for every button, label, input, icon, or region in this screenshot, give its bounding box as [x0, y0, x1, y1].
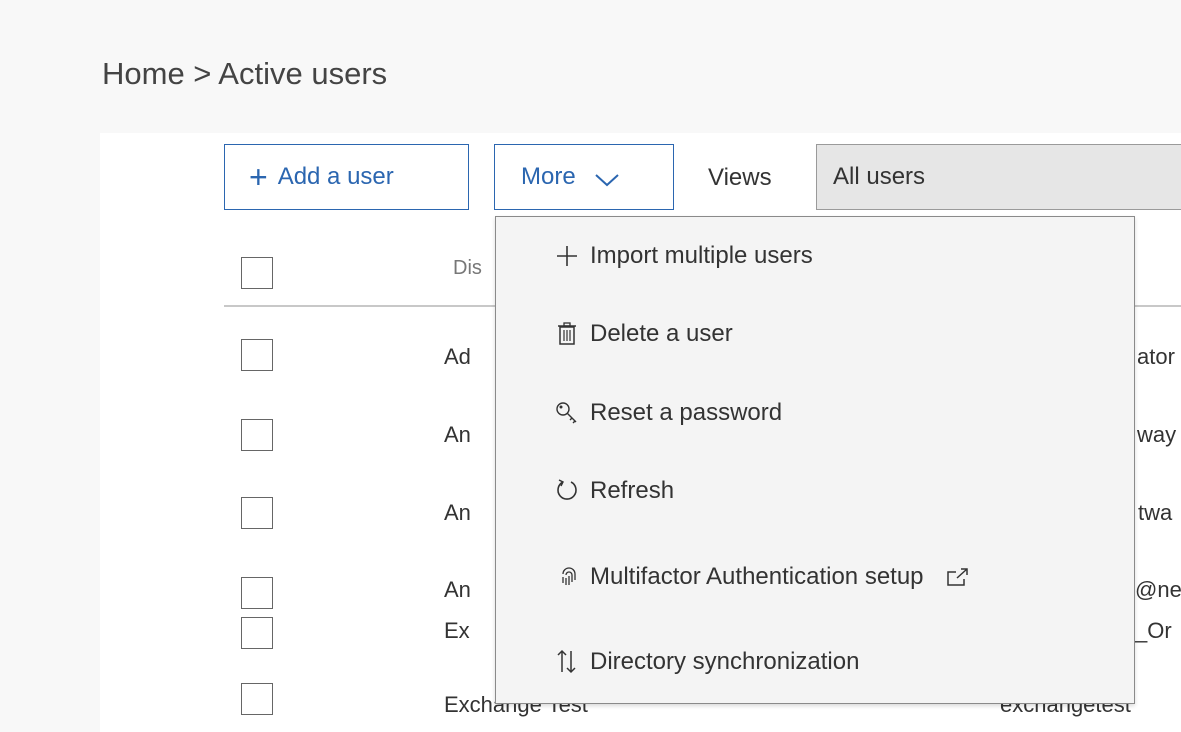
menu-item-import-multiple-users[interactable]: Import multiple users: [554, 241, 1181, 271]
row-checkbox[interactable]: [241, 683, 273, 715]
external-link-icon: [946, 567, 970, 587]
more-label: More: [521, 163, 576, 190]
menu-item-label: Directory synchronization: [590, 648, 860, 675]
select-all-checkbox[interactable]: [241, 257, 273, 289]
menu-item-label: Multifactor Authentication setup: [590, 563, 924, 590]
row-display-name: Ad: [444, 344, 471, 369]
plus-icon: +: [249, 159, 268, 195]
menu-item-label: Refresh: [590, 477, 675, 504]
views-label: Views: [708, 164, 772, 191]
key-icon: [554, 398, 580, 428]
menu-item-label: Import multiple users: [590, 242, 813, 269]
chevron-down-icon: [594, 166, 620, 194]
views-select[interactable]: All users: [816, 144, 1181, 210]
menu-item-label: Reset a password: [590, 399, 783, 426]
row-checkbox[interactable]: [241, 577, 273, 609]
menu-item-label: Delete a user: [590, 320, 733, 347]
menu-item-refresh[interactable]: Refresh: [554, 476, 1181, 506]
menu-item-mfa-setup[interactable]: Multifactor Authentication setup: [558, 562, 1181, 592]
menu-item-reset-password[interactable]: Reset a password: [554, 398, 1181, 428]
views-select-value: All users: [833, 163, 926, 190]
trash-icon: [554, 319, 580, 349]
menu-item-directory-sync[interactable]: Directory synchronization: [554, 647, 1181, 677]
more-dropdown-menu: Import multiple users Delete a user Rese…: [495, 216, 1135, 704]
row-display-name: An: [444, 422, 471, 447]
row-display-name: An: [444, 500, 471, 525]
row-checkbox[interactable]: [241, 617, 273, 649]
row-username: _Or: [1135, 618, 1172, 643]
row-checkbox[interactable]: [241, 497, 273, 529]
row-checkbox[interactable]: [241, 419, 273, 451]
plus-icon: [554, 241, 580, 271]
refresh-icon: [554, 476, 580, 506]
row-checkbox[interactable]: [241, 339, 273, 371]
column-header-display-name[interactable]: Dis: [453, 257, 482, 280]
menu-item-delete-user[interactable]: Delete a user: [554, 319, 1181, 349]
sync-arrows-icon: [554, 647, 580, 677]
more-button[interactable]: More: [494, 144, 674, 210]
add-user-label: Add a user: [277, 163, 394, 190]
row-display-name: An: [444, 577, 471, 602]
add-user-button[interactable]: + Add a user: [224, 144, 469, 210]
fingerprint-icon: [558, 562, 580, 592]
breadcrumb: Home > Active users: [102, 56, 388, 91]
row-display-name: Ex: [444, 618, 470, 643]
